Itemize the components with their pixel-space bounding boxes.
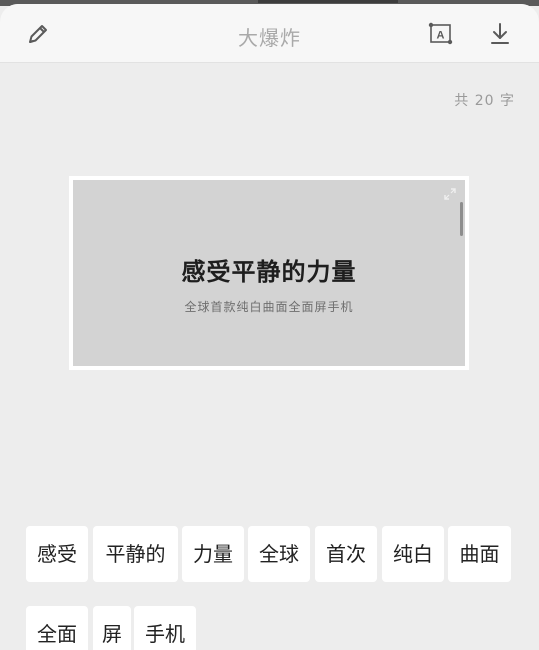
text-select-button[interactable]: A bbox=[426, 19, 456, 49]
text-icon-letter: A bbox=[437, 30, 445, 42]
word-chip[interactable]: 感受 bbox=[26, 526, 88, 582]
word-chip[interactable]: 首次 bbox=[315, 526, 377, 582]
page-title: 大爆炸 bbox=[238, 26, 301, 50]
word-chip[interactable]: 手机 bbox=[134, 606, 196, 650]
status-notch bbox=[258, 0, 398, 3]
page: 大爆炸 A 共 20 字 感受平静的力量 全球首款纯白曲面全面屏手机 感受 平静… bbox=[0, 0, 539, 650]
word-chip[interactable]: 全面 bbox=[26, 606, 88, 650]
char-count: 共 20 字 bbox=[454, 93, 515, 109]
header-bar: 大爆炸 A bbox=[0, 4, 539, 62]
word-chip[interactable]: 全球 bbox=[248, 526, 310, 582]
word-chip[interactable]: 纯白 bbox=[382, 526, 444, 582]
preview-frame[interactable]: 感受平静的力量 全球首款纯白曲面全面屏手机 bbox=[69, 176, 469, 370]
preview-scrollbar[interactable] bbox=[460, 202, 463, 236]
word-chip[interactable]: 曲面 bbox=[448, 526, 511, 582]
word-chip[interactable]: 屏 bbox=[93, 606, 131, 650]
preview-title: 感受平静的力量 bbox=[181, 258, 357, 286]
word-chip[interactable]: 平静的 bbox=[93, 526, 178, 582]
download-icon bbox=[491, 23, 509, 44]
expand-icon[interactable] bbox=[443, 186, 457, 200]
download-button[interactable] bbox=[485, 19, 515, 49]
text-select-icon: A bbox=[428, 22, 453, 45]
preview-subtitle: 全球首款纯白曲面全面屏手机 bbox=[184, 300, 354, 314]
word-chip[interactable]: 力量 bbox=[182, 526, 244, 582]
preview-image[interactable]: 感受平静的力量 全球首款纯白曲面全面屏手机 bbox=[73, 180, 465, 366]
